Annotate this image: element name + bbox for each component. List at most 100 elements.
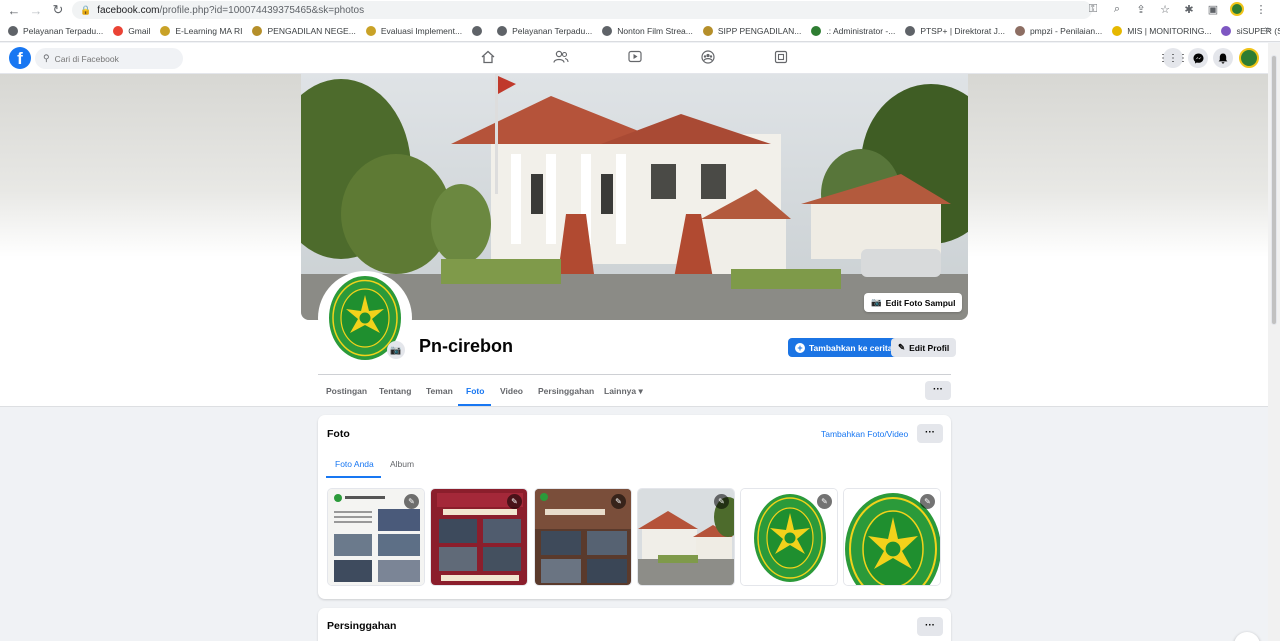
edit-photo-pencil-icon[interactable]: ✎ — [817, 494, 832, 509]
bookmark-item[interactable] — [472, 25, 487, 36]
tabs-divider — [318, 374, 951, 375]
groups-icon[interactable] — [700, 50, 716, 66]
bookmark-favicon-icon — [1221, 25, 1232, 36]
photo-thumbnail[interactable]: ✎ — [327, 488, 425, 586]
check-ins-card — [318, 608, 951, 641]
search-input[interactable] — [54, 53, 165, 64]
bookmark-item[interactable]: SIPP PENGADILAN... — [702, 25, 802, 36]
subtab-your-photos[interactable]: Foto Anda — [335, 459, 374, 469]
add-photo-video-link[interactable]: Tambahkan Foto/Video — [821, 429, 908, 439]
browser-menu-icon[interactable]: ⋮ — [1254, 3, 1268, 16]
bookmark-item[interactable]: pmpzi - Penilaian... — [1014, 25, 1102, 36]
bookmark-label: MIS | MONITORING... — [1127, 25, 1212, 36]
bookmark-item[interactable]: MIS | MONITORING... — [1112, 25, 1212, 36]
bookmark-item[interactable]: .: Administrator -... — [811, 25, 895, 36]
bookmark-item[interactable]: PTSP+ | Direktorat J... — [905, 25, 1005, 36]
photo-thumbnail[interactable]: ✎ — [740, 488, 838, 586]
reload-icon[interactable]: ↻ — [50, 2, 66, 18]
edit-photo-pencil-icon[interactable]: ✎ — [507, 494, 522, 509]
tab-friends[interactable]: Teman — [426, 386, 453, 396]
active-tab-indicator — [458, 404, 491, 406]
subtab-albums[interactable]: Album — [390, 459, 414, 469]
share-icon[interactable]: ⇪ — [1134, 3, 1148, 16]
bookmark-label: SIPP PENGADILAN... — [717, 25, 802, 36]
bookmark-label: Evaluasi Implement... — [380, 25, 463, 36]
tab-more[interactable]: Lainnya ▾ — [604, 386, 643, 397]
watch-icon[interactable] — [627, 50, 643, 66]
key-icon[interactable]: ⚿ — [1086, 3, 1100, 16]
photos-more-options-button[interactable]: ··· — [917, 424, 943, 443]
notifications-bell-icon[interactable] — [1213, 48, 1233, 68]
scroll-to-top-button[interactable] — [1234, 632, 1260, 641]
back-icon[interactable]: ← — [6, 2, 22, 18]
page-scrollbar-thumb[interactable] — [1271, 55, 1277, 325]
edit-profile-label: Edit Profil — [909, 342, 950, 353]
bookmarks-overflow-icon[interactable]: » — [1264, 24, 1270, 35]
bookmark-item[interactable]: Evaluasi Implement... — [365, 25, 463, 36]
cover-photo[interactable] — [301, 74, 968, 320]
browser-actions: ⚿ ⌕ ⇪ ☆ ✱ ▣ ⋮ — [1086, 2, 1268, 16]
star-icon[interactable]: ☆ — [1158, 3, 1172, 16]
edit-photo-pencil-icon[interactable]: ✎ — [404, 494, 419, 509]
facebook-logo-icon[interactable]: f — [9, 47, 31, 69]
bookmark-favicon-icon — [365, 25, 376, 36]
photo-thumbnail[interactable]: ✎ — [637, 488, 735, 586]
bookmark-favicon-icon — [602, 25, 613, 36]
photo-thumbnail[interactable]: ✎ — [843, 488, 941, 586]
bookmark-favicon-icon — [1014, 25, 1025, 36]
edit-cover-photo-label: Edit Foto Sampul — [885, 297, 956, 308]
bookmark-label: Pelayanan Terpadu... — [23, 25, 104, 36]
messenger-icon[interactable] — [1188, 48, 1208, 68]
edit-cover-photo-button[interactable]: 📷 Edit Foto Sampul — [864, 293, 963, 312]
tab-photos[interactable]: Foto — [466, 386, 484, 396]
photos-card-title: Foto — [327, 428, 350, 440]
bookmark-item[interactable]: Nonton Film Strea... — [602, 25, 693, 36]
bookmark-label: E-Learning MA RI — [175, 25, 243, 36]
account-avatar[interactable] — [1239, 48, 1259, 68]
tab-videos[interactable]: Video — [500, 386, 523, 396]
forward-icon[interactable]: → — [28, 2, 44, 18]
menu-grid-icon[interactable]: ⋮⋮⋮ — [1158, 48, 1188, 68]
page-scrollbar[interactable] — [1268, 43, 1280, 641]
home-icon[interactable] — [480, 50, 496, 66]
edit-photo-pencil-icon[interactable]: ✎ — [714, 494, 729, 509]
bookmark-label: siSUPER (SPAK, SK... — [1236, 25, 1280, 36]
check-ins-more-options-button[interactable]: ··· — [917, 617, 943, 636]
update-profile-picture-camera-icon[interactable]: 📷 — [387, 341, 405, 359]
url-text: facebook.com/profile.php?id=100074439375… — [97, 4, 365, 16]
friends-icon[interactable] — [553, 50, 569, 66]
bookmark-item[interactable]: siSUPER (SPAK, SK... — [1221, 25, 1280, 36]
bookmark-item[interactable]: Pelayanan Terpadu... — [8, 25, 104, 36]
sidepanel-icon[interactable]: ▣ — [1206, 3, 1220, 16]
edit-profile-button[interactable]: ✎ Edit Profil — [891, 338, 957, 357]
facebook-search[interactable]: ⚲ — [35, 48, 183, 69]
bookmark-item[interactable]: Gmail — [113, 25, 150, 36]
bookmark-favicon-icon — [8, 25, 18, 36]
extensions-icon[interactable]: ✱ — [1182, 3, 1196, 16]
bookmark-favicon-icon — [497, 25, 508, 36]
bookmark-favicon-icon — [252, 25, 263, 36]
profile-name: Pn-cirebon — [419, 336, 514, 356]
add-to-story-button[interactable]: + Tambahkan ke cerita — [788, 338, 900, 357]
lock-icon: 🔒 — [80, 4, 92, 15]
zoom-icon[interactable]: ⌕ — [1110, 3, 1124, 16]
bookmark-label: Nonton Film Strea... — [617, 25, 693, 36]
bookmark-label: PENGADILAN NEGE... — [267, 25, 356, 36]
profile-more-options-button[interactable]: ··· — [925, 381, 951, 400]
photo-thumbnail[interactable]: ✎ — [534, 488, 632, 586]
bookmark-item[interactable]: E-Learning MA RI — [160, 25, 243, 36]
bookmark-item[interactable]: PENGADILAN NEGE... — [252, 25, 356, 36]
address-bar[interactable]: 🔒 facebook.com/profile.php?id=1000744393… — [72, 1, 1092, 19]
photo-thumbnail[interactable]: ✎ — [430, 488, 528, 586]
bookmark-favicon-icon — [1112, 25, 1123, 36]
bookmark-item[interactable]: Pelayanan Terpadu... — [497, 25, 592, 36]
bookmark-favicon-icon — [811, 25, 822, 36]
edit-photo-pencil-icon[interactable]: ✎ — [611, 494, 626, 509]
tab-posts[interactable]: Postingan — [326, 386, 367, 396]
browser-profile-avatar[interactable] — [1230, 2, 1244, 16]
tab-check-ins[interactable]: Persinggahan — [538, 386, 594, 396]
tab-about[interactable]: Tentang — [379, 386, 411, 396]
edit-photo-pencil-icon[interactable]: ✎ — [920, 494, 935, 509]
gaming-icon[interactable] — [773, 50, 789, 66]
add-to-story-label: Tambahkan ke cerita — [809, 342, 893, 353]
